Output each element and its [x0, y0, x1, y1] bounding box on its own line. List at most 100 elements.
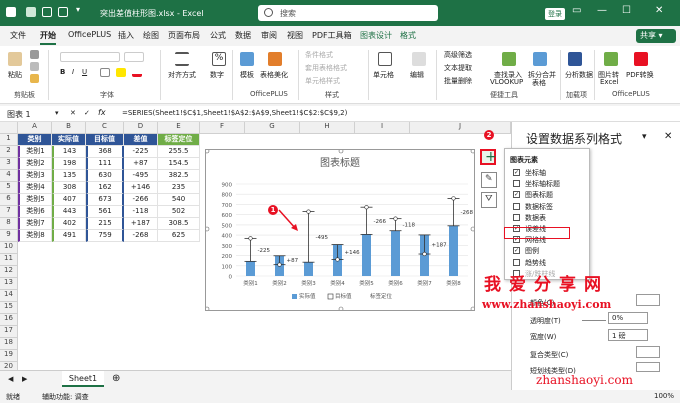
font-name-dropdown[interactable] — [60, 52, 120, 62]
next-sheet-icon[interactable]: ▶ — [22, 375, 27, 383]
search-input[interactable]: 搜索 — [258, 5, 438, 21]
resize-handle[interactable] — [470, 148, 476, 154]
bar-actual[interactable] — [391, 230, 400, 276]
enter-icon[interactable]: ✓ — [84, 109, 90, 117]
target-marker[interactable] — [335, 257, 340, 262]
row-header[interactable]: 8 — [0, 218, 18, 230]
row-header[interactable]: 17 — [0, 326, 18, 338]
cell-style-button[interactable]: 单元格样式 — [305, 76, 340, 86]
beautify-icon[interactable] — [268, 52, 282, 66]
align-label[interactable]: 对齐方式 — [168, 70, 196, 80]
table-cell[interactable]: 308 — [52, 182, 86, 194]
column-header[interactable]: J — [410, 122, 511, 134]
table-cell[interactable]: -266 — [124, 194, 158, 206]
login-button[interactable]: 登录 — [545, 8, 565, 20]
column-header[interactable]: B — [52, 122, 86, 134]
column-header[interactable]: I — [355, 122, 410, 134]
table-cell[interactable]: +87 — [124, 158, 158, 170]
tab-page-layout[interactable]: 页面布局 — [168, 30, 200, 41]
table-cell[interactable]: 382.5 — [158, 170, 200, 182]
save-icon[interactable] — [26, 7, 36, 17]
resize-handle[interactable] — [204, 148, 210, 154]
paste-icon[interactable] — [8, 52, 22, 66]
bar-actual[interactable] — [362, 234, 371, 276]
table-cell[interactable]: 类别8 — [18, 230, 52, 242]
chart-styles-button[interactable]: ✎ — [481, 172, 497, 188]
resize-handle[interactable] — [470, 226, 476, 232]
copy-icon[interactable] — [30, 62, 39, 71]
table-header-cell[interactable]: 标签定位 — [158, 134, 200, 146]
tab-officeplus[interactable]: OfficePLUS — [68, 30, 111, 39]
tab-pdf-tools[interactable]: PDF工具箱 — [312, 30, 352, 41]
redo-icon[interactable] — [58, 7, 68, 17]
function-icon[interactable]: fx — [98, 108, 106, 117]
tab-file[interactable]: 文件 — [10, 30, 26, 41]
column-header[interactable]: D — [124, 122, 158, 134]
font-color-icon[interactable] — [132, 68, 142, 77]
table-cell[interactable]: +146 — [124, 182, 158, 194]
template-label[interactable]: 模板 — [240, 70, 254, 80]
editing-label[interactable]: 编辑 — [410, 70, 424, 80]
table-cell[interactable]: -495 — [124, 170, 158, 182]
checkbox[interactable] — [513, 202, 520, 210]
undo-icon[interactable] — [42, 7, 52, 17]
column-header[interactable]: C — [86, 122, 124, 134]
table-cell[interactable]: 491 — [52, 230, 86, 242]
share-button[interactable]: 共享 ▾ — [636, 29, 676, 43]
checkbox[interactable] — [513, 258, 520, 266]
resize-handle[interactable] — [204, 306, 210, 312]
table-cell[interactable]: 502 — [158, 206, 200, 218]
analysis-icon[interactable] — [568, 52, 582, 66]
table-cell[interactable]: 443 — [52, 206, 86, 218]
align-icon[interactable] — [175, 52, 189, 66]
resize-handle[interactable] — [470, 306, 476, 312]
table-cell[interactable]: +187 — [124, 218, 158, 230]
minimize-button[interactable]: — — [597, 5, 607, 16]
bar-actual[interactable] — [449, 225, 458, 276]
editing-icon[interactable] — [412, 52, 426, 66]
table-cell[interactable]: -268 — [124, 230, 158, 242]
target-marker[interactable] — [364, 205, 369, 210]
target-marker[interactable] — [248, 236, 253, 241]
analysis-button[interactable]: 分析数据 — [565, 70, 593, 80]
table-cell[interactable]: 类别5 — [18, 194, 52, 206]
checkbox[interactable]: ✓ — [513, 247, 520, 255]
tab-chart-design[interactable]: 图表设计 — [360, 30, 392, 41]
sheet-tab-sheet1[interactable]: Sheet1 — [62, 371, 104, 387]
tab-home[interactable]: 开始 — [40, 30, 56, 41]
dash-type-dropdown[interactable] — [636, 362, 660, 372]
row-header[interactable]: 4 — [0, 170, 18, 182]
pdf-convert-icon[interactable] — [634, 52, 648, 66]
table-cell[interactable]: 类别2 — [18, 158, 52, 170]
split-merge-icon[interactable] — [533, 52, 547, 66]
row-header[interactable]: 15 — [0, 302, 18, 314]
pane-options-icon[interactable]: ▾ — [642, 132, 647, 142]
checkbox[interactable]: ✓ — [513, 191, 520, 199]
pdf-convert-button[interactable]: PDF转换 — [626, 70, 654, 80]
close-button[interactable]: ✕ — [655, 5, 663, 16]
bar-actual[interactable] — [246, 261, 255, 276]
row-header[interactable]: 1 — [0, 134, 18, 146]
table-cell[interactable]: 143 — [52, 146, 86, 158]
table-cell[interactable]: 154.5 — [158, 158, 200, 170]
legend-target[interactable]: 目标值 — [335, 292, 352, 300]
lookup-icon[interactable] — [502, 52, 516, 66]
table-header-cell[interactable]: 差值 — [124, 134, 158, 146]
chart-filters-button[interactable]: ⛛ — [481, 192, 497, 208]
column-header[interactable]: H — [300, 122, 355, 134]
table-cell[interactable]: 类别3 — [18, 170, 52, 182]
cells-icon[interactable] — [378, 52, 392, 66]
width-input[interactable]: 1 磅 — [608, 329, 648, 341]
table-cell[interactable]: 625 — [158, 230, 200, 242]
row-header[interactable]: 11 — [0, 254, 18, 266]
table-cell[interactable]: 407 — [52, 194, 86, 206]
cancel-icon[interactable]: ✕ — [70, 109, 76, 117]
table-cell[interactable]: -225 — [124, 146, 158, 158]
row-header[interactable]: 16 — [0, 314, 18, 326]
transparency-slider[interactable] — [582, 320, 606, 321]
cells-label[interactable]: 单元格 — [373, 70, 394, 80]
target-marker[interactable] — [393, 216, 398, 221]
legend-label-position[interactable]: 标签定位 — [370, 292, 393, 300]
font-size-dropdown[interactable] — [124, 52, 144, 62]
batch-delete-button[interactable]: 批量删除 — [444, 76, 472, 86]
